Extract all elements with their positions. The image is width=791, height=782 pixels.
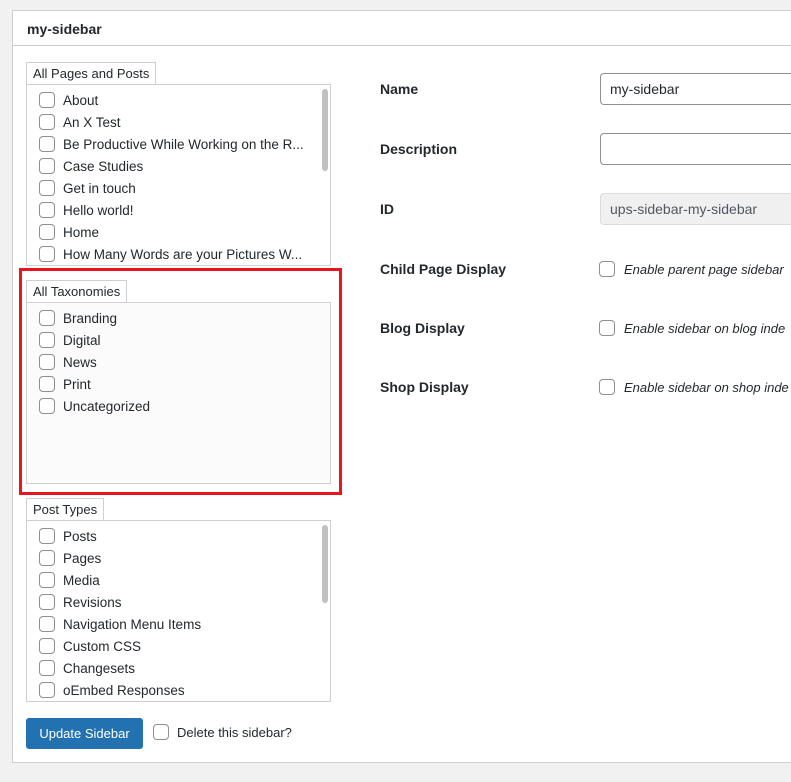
list-item-label: About <box>63 92 99 108</box>
list-item-label: An X Test <box>63 114 121 130</box>
list-item-label: How Many Words are your Pictures W... <box>63 246 303 262</box>
list-item[interactable]: Get in touch <box>39 177 136 199</box>
list-item[interactable]: About <box>39 89 98 111</box>
list-item-label: Navigation Menu Items <box>63 616 202 632</box>
checkbox[interactable] <box>39 638 55 654</box>
description-field[interactable] <box>600 133 791 165</box>
checkbox[interactable] <box>39 572 55 588</box>
pages-list-box: About An X Test Be Productive While Work… <box>26 84 331 266</box>
post-types-list-box: Posts Pages Media Revisions Navigation M… <box>26 520 331 702</box>
blog-display-label: Blog Display <box>380 320 465 336</box>
list-item[interactable]: Media <box>39 569 100 591</box>
name-label: Name <box>380 81 419 97</box>
checkbox[interactable] <box>39 528 55 544</box>
taxonomies-highlight-box <box>19 268 342 495</box>
list-item[interactable]: Hello world! <box>39 199 134 221</box>
shop-check-label: Enable sidebar on shop inde <box>624 379 789 395</box>
delete-sidebar-option[interactable]: Delete this sidebar? <box>153 724 292 740</box>
blog-display-option[interactable]: Enable sidebar on blog inde <box>599 320 785 336</box>
list-item-label: oEmbed Responses <box>63 682 185 698</box>
list-item-label: Changesets <box>63 660 136 676</box>
child-page-check-label: Enable parent page sidebar <box>624 261 784 277</box>
list-item[interactable]: Navigation Menu Items <box>39 613 201 635</box>
list-item-label: Custom CSS <box>63 638 142 654</box>
name-field[interactable]: my-sidebar <box>600 73 791 105</box>
delete-sidebar-checkbox[interactable] <box>153 724 169 740</box>
checkbox[interactable] <box>39 92 55 108</box>
list-item-label: Posts <box>63 528 97 544</box>
panel-header: my-sidebar <box>13 11 791 46</box>
list-item[interactable]: How Many Words are your Pictures W... <box>39 243 302 265</box>
checkbox[interactable] <box>39 202 55 218</box>
list-item[interactable]: An X Test <box>39 111 121 133</box>
checkbox[interactable] <box>39 550 55 566</box>
panel-title: my-sidebar <box>27 21 102 37</box>
checkbox[interactable] <box>39 114 55 130</box>
checkbox[interactable] <box>39 136 55 152</box>
tab-all-pages-and-posts[interactable]: All Pages and Posts <box>26 62 157 84</box>
checkbox[interactable] <box>39 616 55 632</box>
list-item-label: Revisions <box>63 594 122 610</box>
blog-check-label: Enable sidebar on blog inde <box>624 320 786 336</box>
checkbox[interactable] <box>39 224 55 240</box>
list-item[interactable]: oEmbed Responses <box>39 679 185 701</box>
checkbox[interactable] <box>39 158 55 174</box>
child-page-display-option[interactable]: Enable parent page sidebar <box>599 261 784 277</box>
child-page-checkbox[interactable] <box>599 261 615 277</box>
update-sidebar-button[interactable]: Update Sidebar <box>26 718 143 749</box>
shop-checkbox[interactable] <box>599 379 615 395</box>
child-page-display-label: Child Page Display <box>380 261 507 277</box>
delete-sidebar-label: Delete this sidebar? <box>177 724 292 740</box>
id-field: ups-sidebar-my-sidebar <box>600 193 791 225</box>
tab-post-types[interactable]: Post Types <box>26 498 105 520</box>
blog-checkbox[interactable] <box>599 320 615 336</box>
list-item[interactable]: Case Studies <box>39 155 143 177</box>
list-item-label: Get in touch <box>63 180 136 196</box>
list-item[interactable]: Custom CSS <box>39 635 141 657</box>
list-item[interactable]: Pages <box>39 547 101 569</box>
checkbox[interactable] <box>39 180 55 196</box>
post-types-scrollbar[interactable] <box>322 525 328 603</box>
list-item[interactable]: Home <box>39 221 99 243</box>
list-item-label: Home <box>63 224 100 240</box>
list-item[interactable]: Revisions <box>39 591 122 613</box>
checkbox[interactable] <box>39 660 55 676</box>
list-item-label: Pages <box>63 550 102 566</box>
id-label: ID <box>380 201 394 217</box>
list-item-label: Be Productive While Working on the R... <box>63 136 304 152</box>
description-label: Description <box>380 141 458 157</box>
list-item[interactable]: Be Productive While Working on the R... <box>39 133 304 155</box>
list-item[interactable]: Posts <box>39 525 97 547</box>
checkbox[interactable] <box>39 682 55 698</box>
checkbox[interactable] <box>39 594 55 610</box>
list-item-label: Case Studies <box>63 158 144 174</box>
checkbox[interactable] <box>39 246 55 262</box>
list-item-label: Hello world! <box>63 202 134 218</box>
pages-list-scrollbar[interactable] <box>322 89 328 171</box>
list-item-label: Media <box>63 572 100 588</box>
shop-display-label: Shop Display <box>380 379 469 395</box>
shop-display-option[interactable]: Enable sidebar on shop inde <box>599 379 789 395</box>
list-item[interactable]: Changesets <box>39 657 135 679</box>
